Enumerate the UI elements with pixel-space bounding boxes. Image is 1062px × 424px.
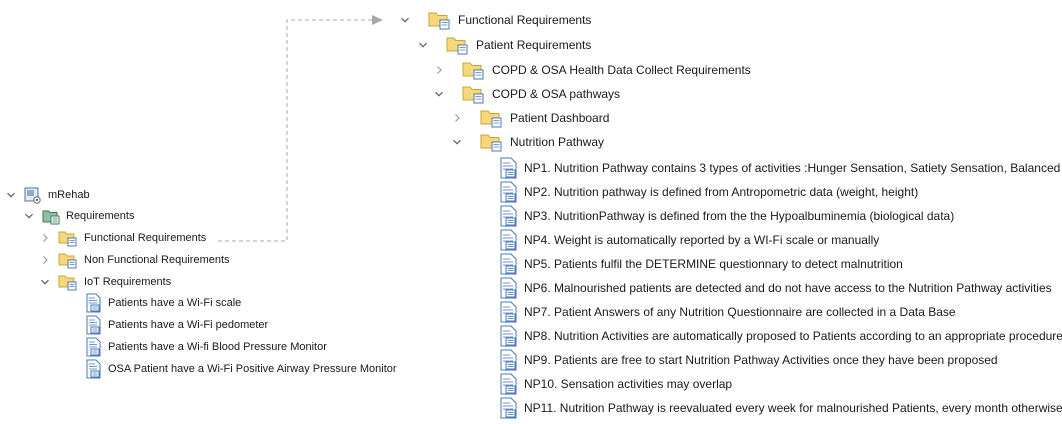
chevron-down-icon[interactable] — [4, 184, 18, 206]
chevron-down-icon[interactable] — [432, 83, 446, 105]
chevron-down-icon[interactable] — [416, 34, 430, 56]
folder-requirement-icon — [58, 229, 78, 247]
requirement-document-icon — [500, 349, 518, 371]
tree-label: Non Functional Requirements — [84, 254, 230, 266]
model-root-icon — [24, 186, 42, 204]
folder-requirement-icon — [428, 10, 452, 30]
requirement-document-icon — [500, 397, 518, 419]
tree-leaf-requirement[interactable]: NP8. Nutrition Activities are automatica… — [500, 325, 1062, 347]
tree-label: NP3. NutritionPathway is defined from th… — [524, 209, 955, 223]
requirement-document-icon — [500, 373, 518, 395]
tree-label: NP9. Patients are free to start Nutritio… — [524, 353, 998, 367]
chevron-right-icon[interactable] — [450, 107, 464, 129]
tree-leaf-requirement[interactable]: Patients have a Wi-Fi pedometer — [86, 314, 268, 336]
tree-node-copd-data-collect[interactable]: COPD & OSA Health Data Collect Requireme… — [432, 59, 751, 81]
tree-node-functional-requirements[interactable]: Functional Requirements — [38, 227, 206, 249]
tree-label: OSA Patient have a Wi-Fi Positive Airway… — [108, 363, 397, 375]
folder-requirement-icon — [462, 60, 486, 80]
tree-label: Nutrition Pathway — [510, 135, 605, 149]
tree-label: NP5. Patients fulfil the DETERMINE quest… — [524, 257, 903, 271]
tree-label: NP2. Nutrition pathway is defined from A… — [524, 185, 919, 199]
tree-label: mRehab — [48, 189, 90, 201]
folder-requirement-icon — [480, 132, 504, 152]
tree-label: NP1. Nutrition Pathway contains 3 types … — [524, 161, 1062, 175]
tree-leaf-requirement[interactable]: NP11. Nutrition Pathway is reevaluated e… — [500, 397, 1062, 419]
folder-requirement-icon — [480, 108, 504, 128]
chevron-down-icon[interactable] — [450, 131, 464, 153]
chevron-right-icon[interactable] — [432, 59, 446, 81]
tree-label: Patient Requirements — [476, 38, 592, 52]
tree-label: NP6. Malnourished patients are detected … — [524, 281, 1052, 295]
requirement-document-icon — [500, 205, 518, 227]
tree-leaf-requirement[interactable]: Patients have a Wi-fi Blood Pressure Mon… — [86, 336, 327, 358]
folder-requirement-icon — [462, 84, 486, 104]
tree-node-patient-dashboard[interactable]: Patient Dashboard — [450, 107, 609, 129]
tree-label: IoT Requirements — [84, 276, 172, 288]
tree-leaf-requirement[interactable]: Patients have a Wi-Fi scale — [86, 292, 241, 314]
requirement-document-icon — [86, 359, 102, 379]
tree-leaf-requirement[interactable]: NP4. Weight is automatically reported by… — [500, 229, 879, 251]
folder-requirement-icon — [58, 273, 78, 291]
tree-label: Patients have a Wi-fi Blood Pressure Mon… — [108, 341, 327, 353]
tree-leaf-requirement[interactable]: NP9. Patients are free to start Nutritio… — [500, 349, 998, 371]
chevron-right-icon[interactable] — [38, 249, 52, 271]
tree-leaf-requirement[interactable]: NP2. Nutrition pathway is defined from A… — [500, 181, 918, 203]
tree-label: Functional Requirements — [458, 13, 592, 27]
chevron-down-icon[interactable] — [398, 9, 412, 31]
requirement-document-icon — [500, 301, 518, 323]
tree-node-nutrition-pathway[interactable]: Nutrition Pathway — [450, 131, 604, 153]
chevron-down-icon[interactable] — [38, 271, 52, 293]
tree-label: NP10. Sensation activities may overlap — [524, 377, 733, 391]
tree-label: Requirements — [66, 210, 135, 222]
tree-label: COPD & OSA pathways — [492, 87, 621, 101]
folder-requirement-icon — [58, 251, 78, 269]
tree-node-functional-requirements[interactable]: Functional Requirements — [398, 9, 591, 31]
tree-node-non-functional-requirements[interactable]: Non Functional Requirements — [38, 249, 230, 271]
tree-leaf-requirement[interactable]: OSA Patient have a Wi-Fi Positive Airway… — [86, 358, 397, 380]
tree-leaf-requirement[interactable]: NP10. Sensation activities may overlap — [500, 373, 732, 395]
tree-leaf-requirement[interactable]: NP3. NutritionPathway is defined from th… — [500, 205, 954, 227]
requirement-document-icon — [86, 337, 102, 357]
tree-node-iot-requirements[interactable]: IoT Requirements — [38, 271, 171, 293]
tree-label: Patients have a Wi-Fi scale — [108, 297, 242, 309]
requirement-document-icon — [500, 253, 518, 275]
tree-label: NP11. Nutrition Pathway is reevaluated e… — [524, 401, 1062, 415]
tree-label: NP8. Nutrition Activities are automatica… — [524, 329, 1062, 343]
tree-label: Functional Requirements — [84, 232, 207, 244]
tree-node-copd-pathways[interactable]: COPD & OSA pathways — [432, 83, 620, 105]
tree-leaf-requirement[interactable]: NP7. Patient Answers of any Nutrition Qu… — [500, 301, 956, 323]
requirement-document-icon — [500, 229, 518, 251]
requirement-document-icon — [86, 293, 102, 313]
requirement-document-icon — [500, 277, 518, 299]
tree-leaf-requirement[interactable]: NP1. Nutrition Pathway contains 3 types … — [500, 157, 1062, 179]
tree-label: NP4. Weight is automatically reported by… — [524, 233, 880, 247]
tree-node-mrehab[interactable]: mRehab — [4, 184, 90, 206]
tree-leaf-requirement[interactable]: NP5. Patients fulfil the DETERMINE quest… — [500, 253, 903, 275]
requirement-document-icon — [500, 157, 518, 179]
tree-leaf-requirement[interactable]: NP6. Malnourished patients are detected … — [500, 277, 1052, 299]
requirement-document-icon — [500, 181, 518, 203]
requirement-document-icon — [500, 325, 518, 347]
requirements-package-icon — [42, 207, 60, 225]
chevron-down-icon[interactable] — [22, 205, 36, 227]
tree-label: Patients have a Wi-Fi pedometer — [108, 319, 269, 331]
tree-node-requirements[interactable]: Requirements — [22, 205, 134, 227]
tree-label: NP7. Patient Answers of any Nutrition Qu… — [524, 305, 956, 319]
chevron-right-icon[interactable] — [38, 227, 52, 249]
tree-label: COPD & OSA Health Data Collect Requireme… — [492, 63, 751, 77]
tree-node-patient-requirements[interactable]: Patient Requirements — [416, 34, 591, 56]
folder-requirement-icon — [446, 35, 470, 55]
tree-label: Patient Dashboard — [510, 111, 610, 125]
requirement-document-icon — [86, 315, 102, 335]
